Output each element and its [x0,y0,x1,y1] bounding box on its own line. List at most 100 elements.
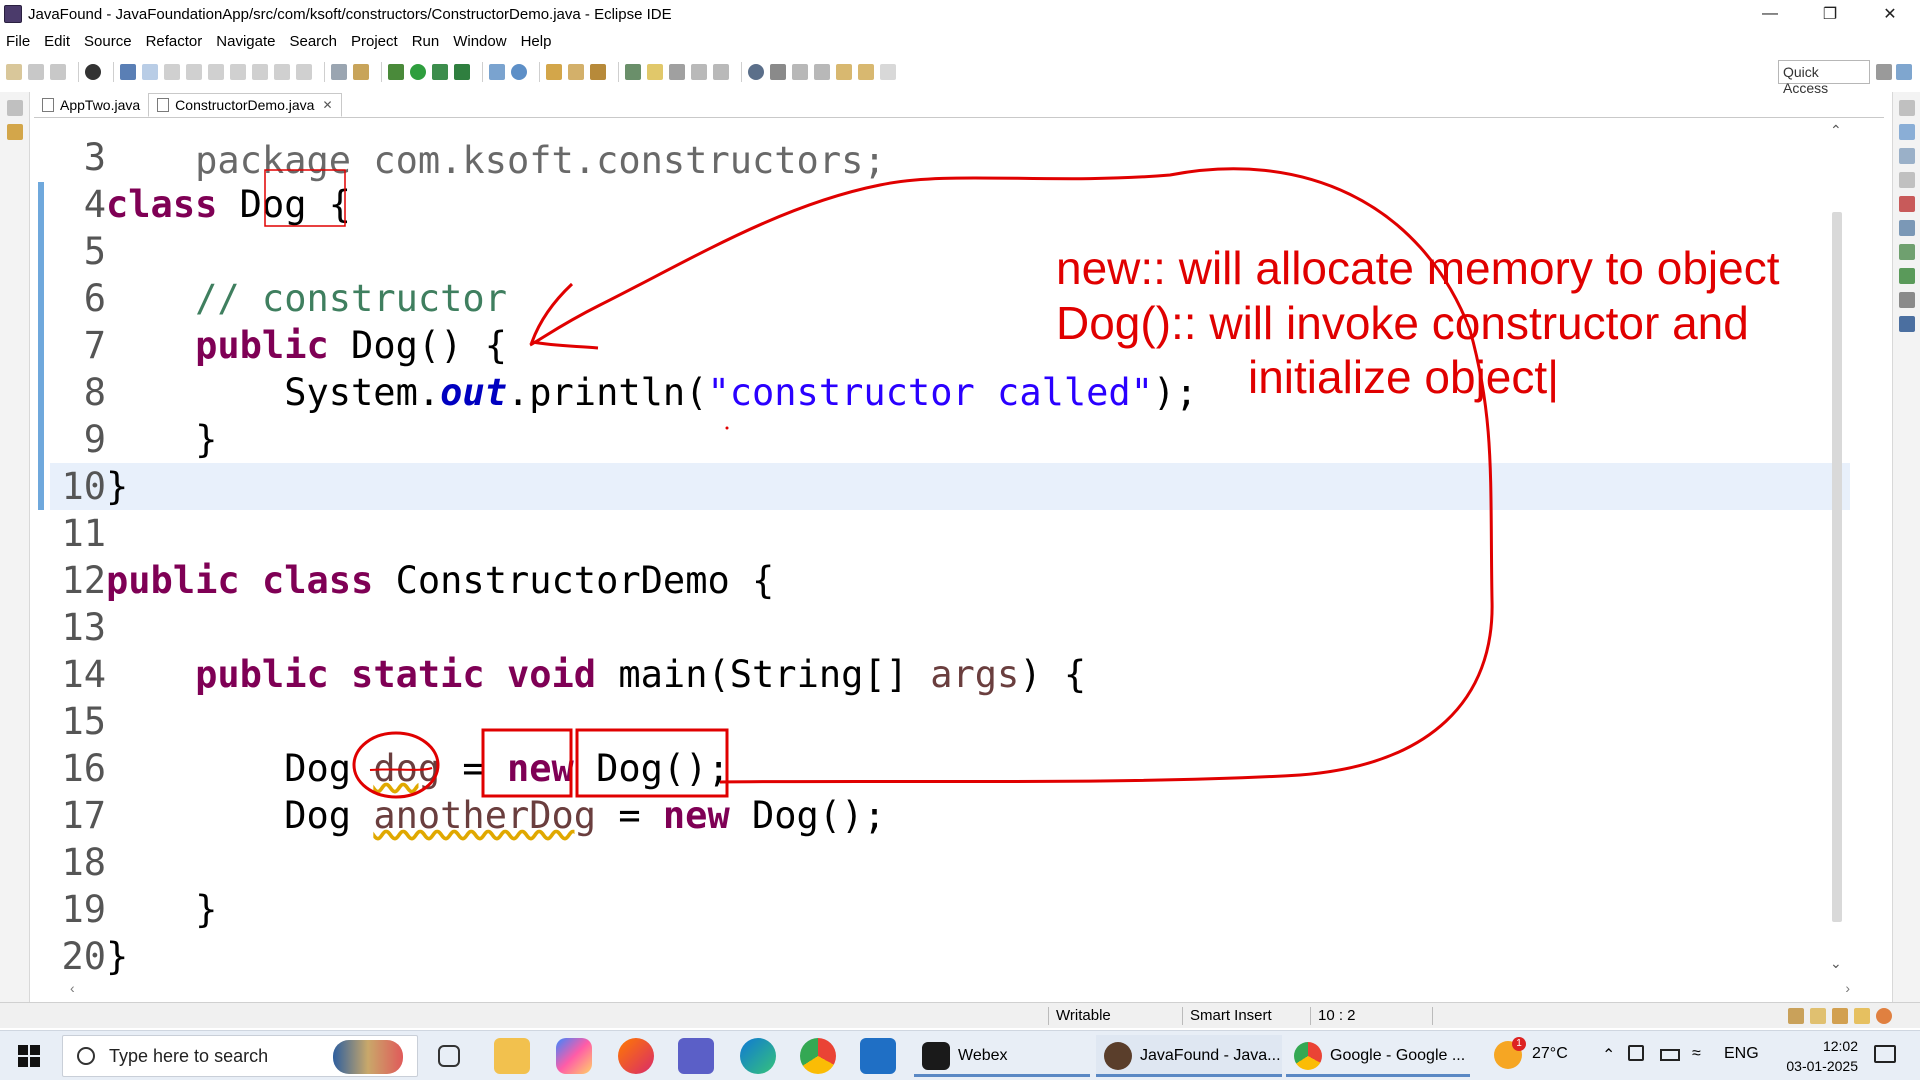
notification-icon[interactable] [1788,1008,1804,1024]
new-java-project-icon[interactable] [489,64,505,80]
open-type-icon[interactable] [546,64,562,80]
pin-editor-icon[interactable] [770,64,786,80]
taskbar-search-box[interactable]: Type here to search [62,1035,418,1077]
next-annotation-icon[interactable] [792,64,808,80]
declaration-icon[interactable] [1898,244,1915,260]
menu-run[interactable]: Run [412,33,440,50]
resume-icon[interactable] [164,64,180,80]
system-clock[interactable]: 12:02 03-01-2025 [1786,1036,1858,1076]
menu-help[interactable]: Help [521,33,552,50]
settings-status-icon[interactable] [1876,1008,1892,1024]
step-over-icon[interactable] [274,64,290,80]
minimize-button[interactable]: — [1740,0,1800,28]
code-line[interactable]: 7 public Dog() { [48,322,507,369]
wifi-icon[interactable]: ≈ [1692,1045,1701,1063]
restore-bottom-view-icon[interactable] [1898,172,1915,188]
last-edit-location-icon[interactable] [836,64,852,80]
open-task-icon[interactable] [568,64,584,80]
problems-icon[interactable] [1898,196,1915,212]
scroll-right-icon[interactable]: › [1845,980,1850,996]
tab-apptwo[interactable]: AppTwo.java [34,93,148,117]
scrollbar-thumb[interactable] [1832,212,1842,922]
code-line[interactable]: 8 System.out.println("constructor called… [48,369,1198,416]
edge-icon[interactable] [740,1038,776,1074]
suspend-icon[interactable] [186,64,202,80]
java-perspective-icon[interactable] [1896,64,1912,80]
code-line[interactable]: 3 [48,134,106,181]
taskbar-item-webex[interactable]: Webex [914,1035,1090,1077]
task-view-icon[interactable] [438,1045,460,1067]
code-line[interactable]: 4class Dog { [48,181,351,228]
menu-project[interactable]: Project [351,33,398,50]
chrome-icon[interactable] [800,1038,836,1074]
teams-icon[interactable] [678,1038,714,1074]
toggle-block-selection-icon[interactable] [669,64,685,80]
tab-constructordemo[interactable]: ConstructorDemo.java ✕ [148,93,342,117]
mail-icon[interactable] [860,1038,896,1074]
code-line[interactable]: 13 [48,604,106,651]
new-class-icon[interactable] [511,64,527,80]
task-list-icon[interactable] [1898,148,1915,164]
code-line[interactable]: 14 public static void main(String[] args… [48,651,1086,698]
file-explorer-icon[interactable] [494,1038,530,1074]
toggle-annotation-icon[interactable] [625,64,641,80]
show-whitespace-icon[interactable] [691,64,707,80]
open-perspective-icon[interactable] [1876,64,1892,80]
code-line[interactable]: 12public class ConstructorDemo { [48,557,774,604]
tasks-status-icon[interactable] [1810,1008,1826,1024]
taskbar-item-eclipse[interactable]: JavaFound - Java... [1096,1035,1282,1077]
coverage-icon[interactable] [432,64,448,80]
close-window-button[interactable]: ✕ [1860,0,1920,28]
back-arrow-icon[interactable] [858,64,874,80]
code-line[interactable]: 5 [48,228,106,275]
step-into-icon[interactable] [252,64,268,80]
code-line[interactable]: 6 // constructor [48,275,507,322]
disconnect-icon[interactable] [230,64,246,80]
new-file-icon[interactable] [6,64,22,80]
copilot-icon[interactable] [556,1038,592,1074]
show-hidden-icons-icon[interactable]: ⌃ [1602,1045,1615,1065]
code-line[interactable]: 20} [48,933,128,980]
forward-arrow-icon[interactable] [880,64,896,80]
edit-status-icon[interactable] [1854,1008,1870,1024]
firefox-icon[interactable] [618,1038,654,1074]
taskbar-item-chrome[interactable]: Google - Google ... [1286,1035,1470,1077]
servers-icon[interactable] [1898,268,1915,284]
debug-profile-icon[interactable] [85,64,101,80]
scroll-left-icon[interactable]: ‹ [70,980,75,996]
restore-view-icon[interactable] [6,100,23,116]
code-line[interactable]: 18 [48,839,106,886]
previous-annotation-icon[interactable] [814,64,830,80]
weather-temperature[interactable]: 27°C [1532,1045,1568,1063]
code-line[interactable]: 17 Dog anotherDog = new Dog(); [48,792,885,839]
menu-source[interactable]: Source [84,33,132,50]
run-icon[interactable] [410,64,426,80]
menu-edit[interactable]: Edit [44,33,70,50]
keyboard-language[interactable]: ENG [1724,1045,1759,1063]
quick-access-field[interactable]: Quick Access [1778,60,1870,96]
menu-refactor[interactable]: Refactor [146,33,203,50]
code-line[interactable]: 9 } [48,416,218,463]
progress-status-icon[interactable] [1832,1008,1848,1024]
menu-search[interactable]: Search [289,33,337,50]
notification-center-icon[interactable] [1874,1045,1896,1063]
save-icon[interactable] [28,64,44,80]
outline-icon[interactable] [1898,124,1915,140]
meet-now-icon[interactable] [1628,1045,1644,1061]
code-line[interactable]: 19 } [48,886,217,933]
horizontal-scrollbar[interactable]: ‹ › [70,980,1850,996]
menu-window[interactable]: Window [453,33,506,50]
code-line[interactable]: 10} [48,463,128,510]
javadoc-icon[interactable] [1898,220,1915,236]
vertical-scrollbar[interactable]: ⌃ ⌄ [1828,122,1846,972]
weather-icon[interactable]: 1 [1494,1037,1526,1069]
code-line[interactable]: 16 Dog dog = new Dog(); [48,745,729,792]
mark-occurrences-icon[interactable] [647,64,663,80]
battery-icon[interactable] [1660,1049,1680,1061]
skip-breakpoints-icon[interactable] [142,64,158,80]
package-explorer-icon[interactable] [6,124,23,140]
menu-file[interactable]: File [6,33,30,50]
close-tab-icon[interactable]: ✕ [322,98,332,112]
debug-bug-icon[interactable] [388,64,404,80]
restore-button[interactable]: ❐ [1800,0,1860,28]
